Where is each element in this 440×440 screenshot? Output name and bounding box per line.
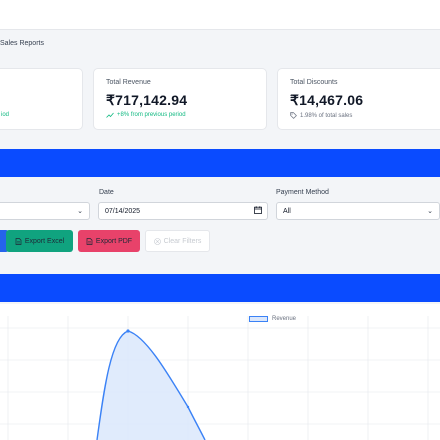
stat-card-discounts: Total Discounts ₹14,467.06 1.98% of tota… xyxy=(277,68,440,130)
stat-card-orders-sub: iod xyxy=(1,112,10,118)
stat-card-revenue-label: Total Revenue xyxy=(106,79,151,86)
filter-select-left[interactable]: ⌄ xyxy=(0,202,90,220)
legend-swatch-revenue xyxy=(249,316,268,322)
stat-card-discounts-label: Total Discounts xyxy=(290,79,338,86)
stat-card-orders: iod xyxy=(0,68,83,130)
export-pdf-button[interactable]: Export PDF xyxy=(78,230,140,252)
file-icon xyxy=(86,237,93,245)
stat-card-discounts-value: ₹14,467.06 xyxy=(290,92,364,108)
chart-legend[interactable]: Revenue xyxy=(249,316,296,322)
revenue-point[interactable] xyxy=(126,329,130,333)
filters-header-bar xyxy=(0,149,440,177)
payment-method-label: Payment Method xyxy=(276,189,329,196)
clear-filters-label: Clear Filters xyxy=(163,237,202,245)
revenue-chart-panel xyxy=(0,304,440,440)
file-icon xyxy=(15,237,22,245)
stat-card-discounts-percent: 1.98% of total sales xyxy=(300,112,353,119)
chart-header-bar xyxy=(0,274,440,302)
export-excel-label: Export Excel xyxy=(24,237,65,245)
legend-label-revenue: Revenue xyxy=(272,316,297,322)
stat-card-discounts-sub: 1.98% of total sales xyxy=(290,112,352,119)
stat-card-revenue-sub: +8% from previous period xyxy=(106,112,186,118)
revenue-chart xyxy=(0,316,440,440)
export-excel-button[interactable]: Export Excel xyxy=(6,230,73,252)
revenue-point[interactable] xyxy=(186,405,190,409)
breadcrumb: Sales Reports xyxy=(0,40,44,47)
calendar-icon[interactable] xyxy=(254,206,262,214)
date-label: Date xyxy=(99,189,114,196)
tag-icon xyxy=(290,112,297,119)
date-value: 07/14/2025 xyxy=(105,207,141,215)
trend-up-icon xyxy=(106,112,114,118)
revenue-series-area xyxy=(97,331,205,440)
chevron-down-icon: ⌄ xyxy=(77,208,83,215)
payment-method-value: All xyxy=(283,207,291,215)
chevron-down-icon: ⌄ xyxy=(427,208,433,215)
export-pdf-label: Export PDF xyxy=(95,237,133,245)
stat-card-revenue-value: ₹717,142.94 xyxy=(106,92,188,108)
clear-icon xyxy=(153,237,161,245)
clear-filters-button[interactable]: Clear Filters xyxy=(145,230,210,252)
stat-card-revenue-change: +8% from previous period xyxy=(117,112,186,118)
date-input[interactable]: 07/14/2025 xyxy=(98,202,268,220)
chart-grid xyxy=(0,316,440,440)
payment-method-select[interactable]: All ⌄ xyxy=(276,202,440,220)
stat-card-revenue: Total Revenue ₹717,142.94 +8% from previ… xyxy=(93,68,267,130)
top-bar xyxy=(0,0,440,30)
